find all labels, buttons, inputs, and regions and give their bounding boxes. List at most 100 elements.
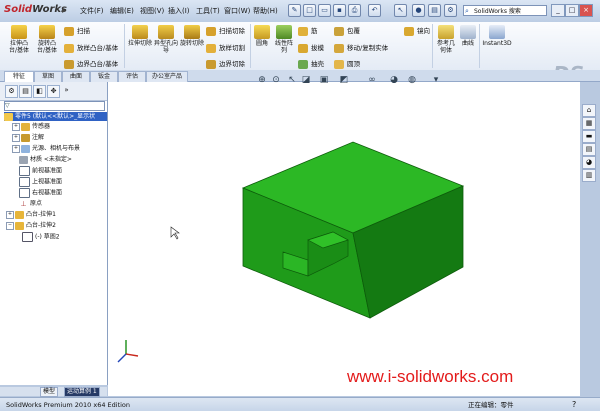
- menu-edit[interactable]: 编辑(E): [110, 6, 134, 16]
- hide-show-icon[interactable]: ∞: [366, 74, 378, 86]
- minimize-button[interactable]: _: [551, 4, 565, 17]
- propertymanager-tab-icon[interactable]: ▤: [19, 85, 32, 98]
- move-copy-body-button[interactable]: 移动/复制实体: [334, 42, 388, 53]
- zoom-area-icon[interactable]: ⊙: [270, 74, 282, 86]
- graphics-area[interactable]: [108, 82, 580, 396]
- apply-scene-icon[interactable]: ◍: [406, 74, 418, 86]
- search-results-icon[interactable]: ▤: [582, 143, 596, 156]
- print-icon[interactable]: ⎙: [348, 4, 361, 17]
- rebuild-icon[interactable]: ●: [412, 4, 425, 17]
- rib-button[interactable]: 筋: [298, 25, 318, 36]
- options-icon[interactable]: ⚙: [444, 4, 457, 17]
- expand-icon[interactable]: +: [12, 133, 20, 142]
- plane-icon: [19, 177, 30, 187]
- tree-item-sketch2[interactable]: (-) 草图2: [22, 232, 60, 242]
- tree-root-part[interactable]: 零件5 (默认<<默认>_显示状: [4, 112, 107, 121]
- undo-icon[interactable]: ↶: [368, 4, 381, 17]
- featuremanager-tab-icon[interactable]: ⚙: [5, 85, 18, 98]
- tab-model[interactable]: 模型: [40, 387, 59, 397]
- boundary-boss-button[interactable]: 边界凸台/基体: [64, 58, 118, 69]
- select-icon[interactable]: ↖: [394, 4, 407, 17]
- instant3d-button[interactable]: Instant3D: [482, 25, 512, 47]
- tree-item-top-plane[interactable]: 上视基准面: [19, 177, 62, 187]
- custom-properties-icon[interactable]: ▥: [582, 169, 596, 182]
- configurationmanager-tab-icon[interactable]: ◧: [33, 85, 46, 98]
- tree-filter[interactable]: ▽: [4, 101, 105, 111]
- menu-expand-arrow-icon[interactable]: ▸: [62, 6, 66, 15]
- tab-office-products[interactable]: 办公室产品: [146, 71, 188, 82]
- revolve-boss-button[interactable]: 旋转凸台/基体: [34, 25, 60, 54]
- expand-icon[interactable]: +: [6, 210, 14, 219]
- open-icon[interactable]: ▭: [318, 4, 331, 17]
- collapse-icon[interactable]: −: [6, 221, 14, 230]
- new-document-icon[interactable]: □: [303, 4, 316, 17]
- tree-item-origin[interactable]: ⊥ 原点: [19, 199, 42, 208]
- sweep-button[interactable]: 扫描: [64, 25, 90, 36]
- previous-view-icon[interactable]: ↖: [286, 74, 298, 86]
- view-settings-icon[interactable]: ▾: [430, 74, 442, 86]
- revolve-cut-button[interactable]: 旋转切除: [180, 25, 204, 47]
- tab-sheet-metal[interactable]: 钣金: [90, 71, 118, 82]
- tree-item-material[interactable]: 材质 <未指定>: [19, 155, 72, 164]
- tab-motion-study[interactable]: 运动算例 1: [64, 387, 100, 397]
- save-icon[interactable]: ▪: [333, 4, 346, 17]
- menu-tools[interactable]: 工具(T): [196, 6, 220, 16]
- panel-expand-icon[interactable]: »: [61, 85, 72, 96]
- pin-icon[interactable]: ✎: [288, 4, 301, 17]
- wrap-button[interactable]: 包覆: [334, 25, 360, 36]
- tree-item-lights-cameras[interactable]: + 光源、相机与布景: [12, 144, 80, 153]
- design-library-icon[interactable]: ▦: [582, 117, 596, 130]
- help-icon[interactable]: ?: [572, 398, 576, 411]
- curves-button[interactable]: 曲线: [459, 25, 477, 47]
- tree-item-boss-extrude2[interactable]: − 凸台-拉伸2: [6, 221, 56, 230]
- file-properties-icon[interactable]: ▤: [428, 4, 441, 17]
- mirror-button[interactable]: 镜向: [404, 25, 430, 36]
- search-input[interactable]: ⌕ SolidWorks 搜索: [463, 5, 547, 16]
- boundary-cut-button[interactable]: 边界切除: [206, 58, 245, 69]
- loft-boss-button[interactable]: 放样凸台/基体: [64, 42, 118, 53]
- tab-evaluate[interactable]: 评估: [118, 71, 146, 82]
- tree-item-boss-extrude1[interactable]: + 凸台-拉伸1: [6, 210, 56, 219]
- tree-item-front-plane[interactable]: 前视基准面: [19, 166, 62, 176]
- display-style-icon[interactable]: ◩: [338, 74, 350, 86]
- fillet-button[interactable]: 圆角: [253, 25, 271, 47]
- expand-icon[interactable]: +: [12, 144, 20, 153]
- zoom-to-fit-icon[interactable]: ⊕: [256, 74, 268, 86]
- close-button[interactable]: ×: [579, 4, 593, 17]
- menu-help[interactable]: 帮助(H): [253, 6, 278, 16]
- dome-button[interactable]: 圆顶: [334, 58, 360, 69]
- appearances-icon[interactable]: ◕: [582, 156, 596, 169]
- tree-item-sensors[interactable]: + 传感器: [12, 122, 50, 131]
- menu-window[interactable]: 窗口(W): [224, 6, 250, 16]
- tab-sketch[interactable]: 草图: [34, 71, 62, 82]
- reference-geometry-icon: [438, 25, 454, 39]
- reference-geometry-button[interactable]: 参考几何体: [435, 25, 457, 54]
- menu-file[interactable]: 文件(F): [80, 6, 104, 16]
- tab-features[interactable]: 特征: [4, 71, 34, 82]
- hole-wizard-button[interactable]: 异型孔向导: [154, 25, 178, 54]
- hole-wizard-icon: [158, 25, 174, 39]
- curves-icon: [460, 25, 476, 39]
- expand-icon[interactable]: +: [12, 122, 20, 131]
- tree-item-right-plane[interactable]: 右视基准面: [19, 188, 62, 198]
- menu-view[interactable]: 视图(V): [140, 6, 164, 16]
- section-view-icon[interactable]: ◪: [300, 74, 312, 86]
- material-icon: [19, 155, 28, 164]
- sweep-cut-button[interactable]: 扫描切除: [206, 25, 245, 36]
- solidworks-resources-icon[interactable]: ⌂: [582, 104, 596, 117]
- restore-button[interactable]: □: [565, 4, 579, 17]
- view-orientation-icon[interactable]: ▣: [318, 74, 330, 86]
- tab-surfaces[interactable]: 曲面: [62, 71, 90, 82]
- draft-button[interactable]: 拔模: [298, 42, 324, 53]
- shell-button[interactable]: 抽壳: [298, 58, 324, 69]
- tree-item-annotations[interactable]: + 注解: [12, 133, 44, 142]
- dimxpert-tab-icon[interactable]: ✥: [47, 85, 60, 98]
- menu-insert[interactable]: 插入(I): [168, 6, 190, 16]
- linear-pattern-button[interactable]: 线性阵列: [273, 25, 295, 54]
- extrude-boss-button[interactable]: 拉伸凸台/基体: [6, 25, 32, 54]
- edit-appearance-icon[interactable]: ◕: [388, 74, 400, 86]
- extrude-cut-button[interactable]: 拉伸切除: [128, 25, 152, 47]
- website-watermark: www.i-solidworks.com: [347, 367, 514, 386]
- loft-cut-button[interactable]: 放样切割: [206, 42, 245, 53]
- file-explorer-icon[interactable]: ▬: [582, 130, 596, 143]
